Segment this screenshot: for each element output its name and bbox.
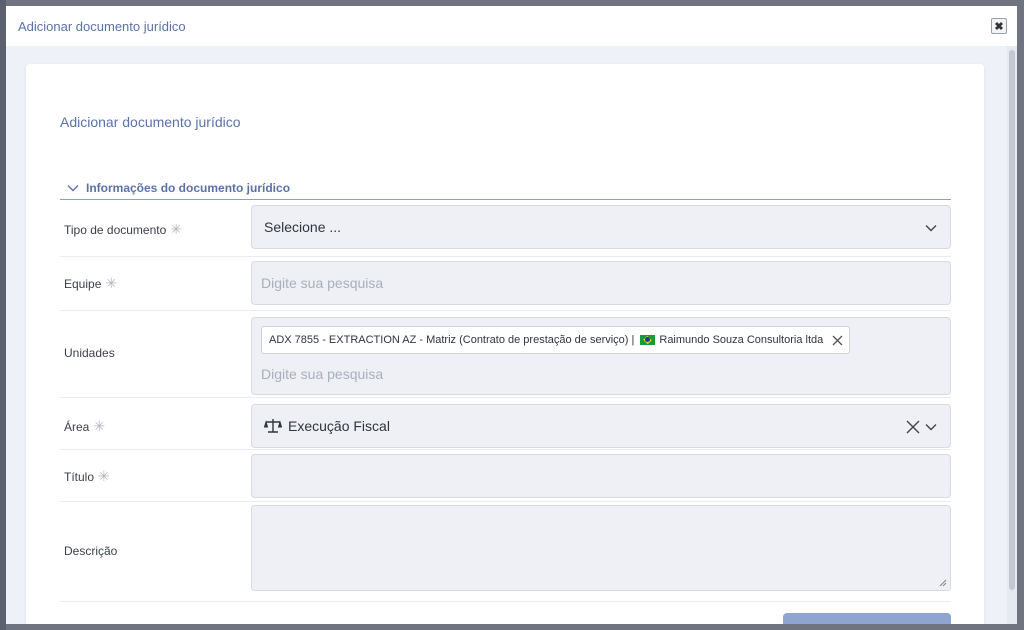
chevron-down-icon: [925, 225, 937, 232]
titulo-label-text: Título: [64, 469, 95, 484]
unidade-tag-text: ADX 7855 - EXTRACTION AZ - Matriz (Contr…: [269, 334, 635, 346]
required-icon: ✳: [93, 418, 106, 434]
required-icon: ✳: [170, 221, 183, 237]
unidade-tag-company: Raimundo Souza Consultoria ltda: [659, 334, 824, 346]
equipe-label-text: Equipe: [64, 276, 102, 291]
scale-icon: [264, 419, 282, 433]
area-label: Área ✳: [64, 418, 105, 435]
scrollbar-thumb[interactable]: [1009, 50, 1015, 590]
modal-title: Adicionar documento jurídico: [18, 18, 186, 34]
row-descricao: Descrição: [60, 502, 951, 602]
required-icon: ✳: [105, 275, 118, 291]
close-icon: ✖: [994, 20, 1004, 33]
unidade-tag: ADX 7855 - EXTRACTION AZ - Matriz (Contr…: [261, 326, 851, 354]
titulo-label: Título ✳: [64, 468, 110, 485]
tipo-documento-label-text: Tipo de documento: [64, 222, 167, 237]
row-tipo-documento: Tipo de documento ✳ Selecione ...: [60, 201, 951, 257]
section-header-document-info[interactable]: Informações do documento jurídico: [60, 176, 951, 200]
chevron-down-icon: [67, 184, 79, 191]
descricao-label-text: Descrição: [64, 544, 118, 558]
row-equipe: Equipe ✳ Digite sua pesquisa: [60, 257, 951, 311]
tipo-documento-value: Selecione ...: [264, 219, 342, 235]
section-title: Informações do documento jurídico: [86, 180, 291, 195]
modal-dialog: Adicionar documento jurídico ✖ Adicionar…: [6, 6, 1017, 624]
equipe-label: Equipe ✳: [64, 275, 117, 292]
area-select[interactable]: Execução Fiscal: [251, 404, 951, 448]
unidades-placeholder: Digite sua pesquisa: [261, 366, 384, 382]
row-unidades: Unidades ADX 7855 - EXTRACTION AZ - Matr…: [60, 311, 951, 398]
equipe-search-input[interactable]: Digite sua pesquisa: [251, 261, 951, 305]
modal-scrollbar[interactable]: [1007, 46, 1017, 624]
submit-button[interactable]: [783, 613, 951, 624]
tipo-documento-select[interactable]: Selecione ...: [251, 205, 951, 249]
brazil-flag-icon: [640, 335, 656, 345]
modal-header: Adicionar documento jurídico ✖: [6, 6, 1017, 46]
form-title: Adicionar documento jurídico: [60, 114, 241, 130]
chevron-down-icon[interactable]: [924, 420, 938, 434]
unidades-label-text: Unidades: [64, 346, 115, 360]
remove-tag-icon[interactable]: [832, 335, 843, 346]
descricao-textarea[interactable]: [251, 505, 951, 591]
form-card: Adicionar documento jurídico Informações…: [26, 64, 984, 624]
titulo-input[interactable]: [251, 454, 951, 498]
tipo-documento-label: Tipo de documento ✳: [64, 221, 182, 238]
resize-handle-icon[interactable]: [939, 579, 947, 587]
unidades-label: Unidades: [64, 346, 115, 360]
row-area: Área ✳ Execução Fiscal: [60, 398, 951, 450]
row-titulo: Título ✳: [60, 450, 951, 502]
descricao-label: Descrição: [64, 544, 117, 558]
unidades-multiselect[interactable]: ADX 7855 - EXTRACTION AZ - Matriz (Contr…: [251, 317, 951, 395]
area-label-text: Área: [64, 419, 90, 434]
clear-icon[interactable]: [906, 420, 920, 434]
equipe-placeholder: Digite sua pesquisa: [261, 275, 384, 291]
close-button[interactable]: ✖: [991, 18, 1007, 34]
area-value: Execução Fiscal: [288, 418, 390, 434]
required-icon: ✳: [98, 468, 110, 484]
